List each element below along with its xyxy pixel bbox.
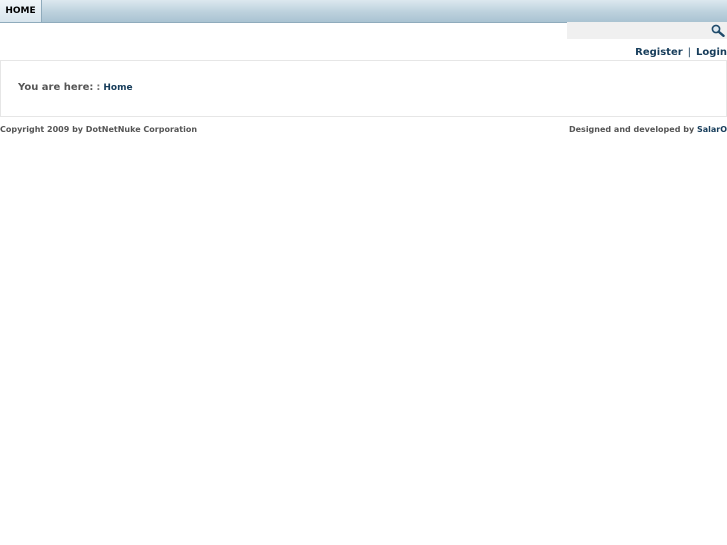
- search-box: [567, 22, 727, 39]
- search-icon[interactable]: [711, 24, 725, 37]
- content-panel: You are here:: Home: [0, 60, 727, 117]
- nav-item-home[interactable]: HOME: [0, 0, 42, 22]
- breadcrumb-label: You are here:: [18, 82, 94, 93]
- breadcrumb-separator: :: [96, 82, 101, 93]
- register-link[interactable]: Register: [635, 47, 683, 58]
- user-links-separator: |: [687, 47, 692, 58]
- breadcrumb-home-link[interactable]: Home: [103, 83, 132, 93]
- footer-credit-link[interactable]: SalarO: [697, 125, 727, 134]
- footer-credit-prefix: Designed and developed by: [568, 125, 695, 134]
- search-input[interactable]: [567, 22, 707, 39]
- footer-copyright: Copyright 2009 by DotNetNuke Corporation: [0, 125, 198, 134]
- user-links: Register | Login: [635, 47, 727, 58]
- top-nav-bar: HOME: [0, 0, 727, 23]
- breadcrumb: You are here:: Home: [18, 82, 133, 93]
- login-link[interactable]: Login: [696, 47, 727, 58]
- footer-credit: Designed and developed by SalarO: [569, 125, 727, 134]
